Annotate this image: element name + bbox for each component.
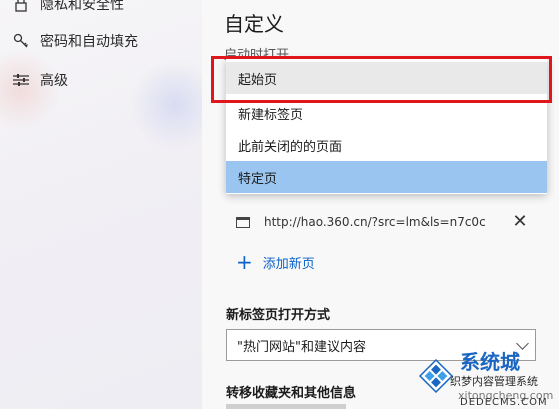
sidebar-item-label: 高级 bbox=[40, 73, 68, 89]
new-tab-select-value: "热门网站"和建议内容 bbox=[237, 339, 366, 355]
specific-page-url: http://hao.360.cn/?src=lm&ls=n7c0cl bbox=[264, 215, 486, 229]
watermark-brand: 系统城 bbox=[460, 350, 520, 374]
dropdown-option-previous-pages[interactable]: 此前关闭的的页面 bbox=[226, 129, 547, 161]
plus-icon: + bbox=[236, 250, 253, 274]
dropdown-option-new-tab[interactable]: 新建标签页 bbox=[226, 97, 547, 129]
sidebar-item-label: 密码和自动填充 bbox=[40, 34, 138, 50]
favorites-section-label: 转移收藏夹和其他信息 bbox=[226, 386, 357, 401]
dropdown-option-start-page[interactable]: 起始页 bbox=[226, 62, 547, 94]
import-button-partial[interactable] bbox=[226, 404, 346, 409]
page-title: 自定义 bbox=[224, 12, 284, 36]
sidebar-item-advanced[interactable]: 高级 bbox=[12, 68, 68, 92]
sidebar-item-passwords[interactable]: 密码和自动填充 bbox=[12, 29, 138, 53]
sidebar-item-privacy[interactable]: 隐私和安全性 bbox=[12, 0, 124, 16]
dropdown-option-specific-page[interactable]: 特定页 bbox=[226, 161, 547, 193]
watermark-line1: 织梦内容管理系统 bbox=[450, 375, 538, 388]
lock-icon bbox=[12, 0, 30, 13]
specific-page-row: http://hao.360.cn/?src=lm&ls=n7c0cl ✕ bbox=[236, 210, 536, 234]
sidebar-item-label: 隐私和安全性 bbox=[40, 0, 124, 13]
watermark: 系统城 织梦内容管理系统 xitongcheng.com DEDECMS.COM bbox=[410, 340, 559, 409]
add-new-page-button[interactable]: + 添加新页 bbox=[236, 252, 315, 272]
windows-logo-icon bbox=[418, 358, 454, 394]
sliders-icon bbox=[12, 71, 30, 89]
add-new-page-label: 添加新页 bbox=[262, 256, 315, 272]
new-tab-section-label: 新标签页打开方式 bbox=[226, 308, 331, 323]
page-icon bbox=[236, 216, 250, 228]
close-icon[interactable]: ✕ bbox=[510, 212, 530, 232]
startup-dropdown-menu: 起始页 新建标签页 此前关闭的的页面 特定页 bbox=[226, 59, 547, 194]
settings-sidebar: 隐私和安全性 密码和自动填充 高级 bbox=[0, 0, 220, 409]
watermark-line3: DEDECMS.COM bbox=[460, 397, 548, 408]
key-icon bbox=[12, 32, 30, 50]
